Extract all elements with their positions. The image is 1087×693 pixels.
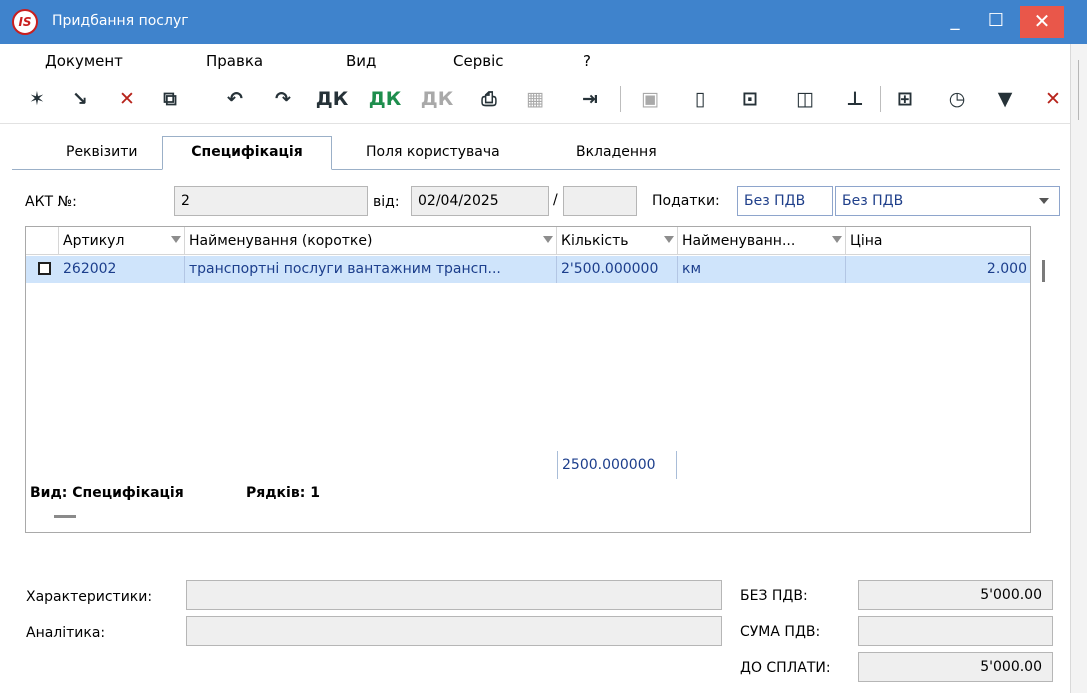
column-header-label: Артикул (63, 233, 125, 249)
tab-specification[interactable]: Специфікація (162, 136, 332, 170)
to-pay-field: 5'000.00 (858, 652, 1053, 682)
column-header-article[interactable]: Артикул (59, 227, 185, 255)
sort-arrow-icon[interactable] (664, 236, 674, 243)
sort-arrow-icon[interactable] (832, 236, 842, 243)
column-header-unit[interactable]: Найменуванн... (678, 227, 846, 255)
clear-filter-icon[interactable]: ✕ (1038, 84, 1068, 114)
tab-user-fields[interactable]: Поля користувача (366, 144, 500, 160)
users-icon[interactable]: ◫ (790, 84, 820, 114)
tab-requisites[interactable]: Реквізити (66, 144, 137, 160)
cell-name: транспортні послуги вантажним трансп... (185, 256, 557, 283)
menu-help[interactable]: ? (583, 52, 591, 70)
menu-service[interactable]: Сервіс (453, 52, 503, 70)
date-field[interactable]: 02/04/2025 (411, 186, 549, 216)
minimize-button[interactable]: _ (935, 6, 975, 38)
chevron-down-icon (1039, 198, 1049, 204)
column-header-label: Найменуванн... (682, 233, 796, 249)
menu-view[interactable]: Вид (346, 52, 376, 70)
tax-field[interactable]: Без ПДВ (737, 186, 833, 216)
duplicate-icon[interactable]: ⧉ (155, 84, 185, 114)
sort-arrow-icon[interactable] (171, 236, 181, 243)
redo-doc-icon[interactable]: ↷ (268, 84, 298, 114)
column-header-label: Кількість (561, 233, 629, 249)
date-label: від: (373, 194, 400, 210)
copy-doc-icon[interactable]: ↘ (65, 84, 95, 114)
tab-bar: Реквізити Специфікація Поля користувача … (12, 134, 1060, 170)
menu-document[interactable]: Документ (45, 52, 123, 70)
cell-quantity: 2'500.000000 (557, 256, 678, 283)
debit-credit-disabled-icon: ДК (420, 88, 454, 110)
table-row[interactable]: 262002 транспортні послуги вантажним тра… (26, 256, 1030, 283)
grid-rows-count: Рядків: 1 (246, 485, 320, 501)
without-vat-label: БЕЗ ПДВ: (740, 588, 808, 604)
window-right-scrollbar[interactable] (1078, 60, 1079, 120)
menu-edit[interactable]: Правка (206, 52, 263, 70)
filter-icon[interactable]: ▼ (990, 84, 1020, 114)
cell-article: 262002 (59, 256, 185, 283)
act-number-field[interactable]: 2 (174, 186, 368, 216)
tax-select-value: Без ПДВ (842, 193, 904, 209)
grid-vertical-scrollbar[interactable] (1042, 260, 1045, 282)
excel-disabled-icon: ▦ (526, 88, 544, 110)
clock-icon[interactable]: ◷ (942, 84, 972, 114)
grid-header: Артикул Найменування (коротке) Кількість… (26, 227, 1030, 255)
cell-price: 2.000 (986, 261, 1027, 277)
window-title: Придбання послуг (52, 13, 189, 29)
column-header-label: Ціна (850, 233, 883, 249)
row-checkbox[interactable] (38, 262, 51, 275)
debit-credit-icon[interactable]: ДК (316, 84, 348, 114)
cell-unit: км (678, 256, 846, 283)
act-number-label: АКТ №: (25, 194, 77, 210)
column-header-price[interactable]: Ціна (846, 227, 1030, 255)
column-header-quantity[interactable]: Кількість (557, 227, 678, 255)
vat-sum-label: СУМА ПДВ: (740, 624, 821, 640)
tab-attachments[interactable]: Вкладення (576, 144, 657, 160)
tax-label: Податки: (652, 193, 720, 209)
quantity-total: 2500.000000 (557, 451, 677, 479)
grid-view-label: Вид: Специфікація (30, 485, 184, 501)
tax-select[interactable]: Без ПДВ (835, 186, 1060, 216)
window-titlebar: IS Придбання послуг _ ☐ ✕ (0, 0, 1087, 44)
toolbar-separator (880, 86, 881, 112)
new-doc-icon[interactable]: ✶ (22, 84, 52, 114)
export-icon[interactable]: ⇥ (575, 84, 605, 114)
toolbar-separator (620, 86, 621, 112)
sort-arrow-icon[interactable] (543, 236, 553, 243)
analytics-field[interactable] (186, 616, 722, 646)
save-disabled-icon: ▣ (641, 88, 659, 110)
close-button[interactable]: ✕ (1020, 6, 1064, 38)
app-logo: IS (12, 9, 38, 35)
to-pay-label: ДО СПЛАТИ: (740, 660, 831, 676)
grid-icon[interactable]: ⊞ (890, 84, 920, 114)
print-icon[interactable]: ⎙ (474, 84, 504, 114)
window-right-edge (1070, 44, 1087, 693)
characteristics-field[interactable] (186, 580, 722, 610)
act-suffix-field[interactable] (563, 186, 637, 216)
hierarchy-icon[interactable]: ⊥ (840, 84, 870, 114)
specification-grid: Артикул Найменування (коротке) Кількість… (25, 226, 1045, 533)
open-book-icon[interactable]: ▯ (685, 84, 715, 114)
toolbar: ✶ ↘ ✕ ⧉ ↶ ↷ ДК ДК ДК ⎙ ▦ ⇥ ▣ ▯ ⊡ ◫ ⊥ ⊞ ◷… (0, 74, 1070, 124)
without-vat-field: 5'000.00 (858, 580, 1053, 610)
image-icon[interactable]: ⊡ (735, 84, 765, 114)
vat-sum-field (858, 616, 1053, 646)
delete-doc-icon[interactable]: ✕ (112, 84, 142, 114)
column-header-label: Найменування (коротке) (189, 233, 373, 249)
undo-doc-icon[interactable]: ↶ (220, 84, 250, 114)
column-header-name[interactable]: Найменування (коротке) (185, 227, 557, 255)
grid-horizontal-scrollbar[interactable] (54, 515, 76, 518)
debit-credit-green-icon[interactable]: ДК (369, 84, 401, 114)
date-separator: / (553, 192, 558, 208)
analytics-label: Аналітика: (26, 625, 106, 641)
menu-bar: Документ Правка Вид Сервіс ? (0, 44, 1070, 74)
column-header-select (26, 227, 59, 255)
characteristics-label: Характеристики: (26, 589, 153, 605)
maximize-button[interactable]: ☐ (976, 6, 1016, 38)
